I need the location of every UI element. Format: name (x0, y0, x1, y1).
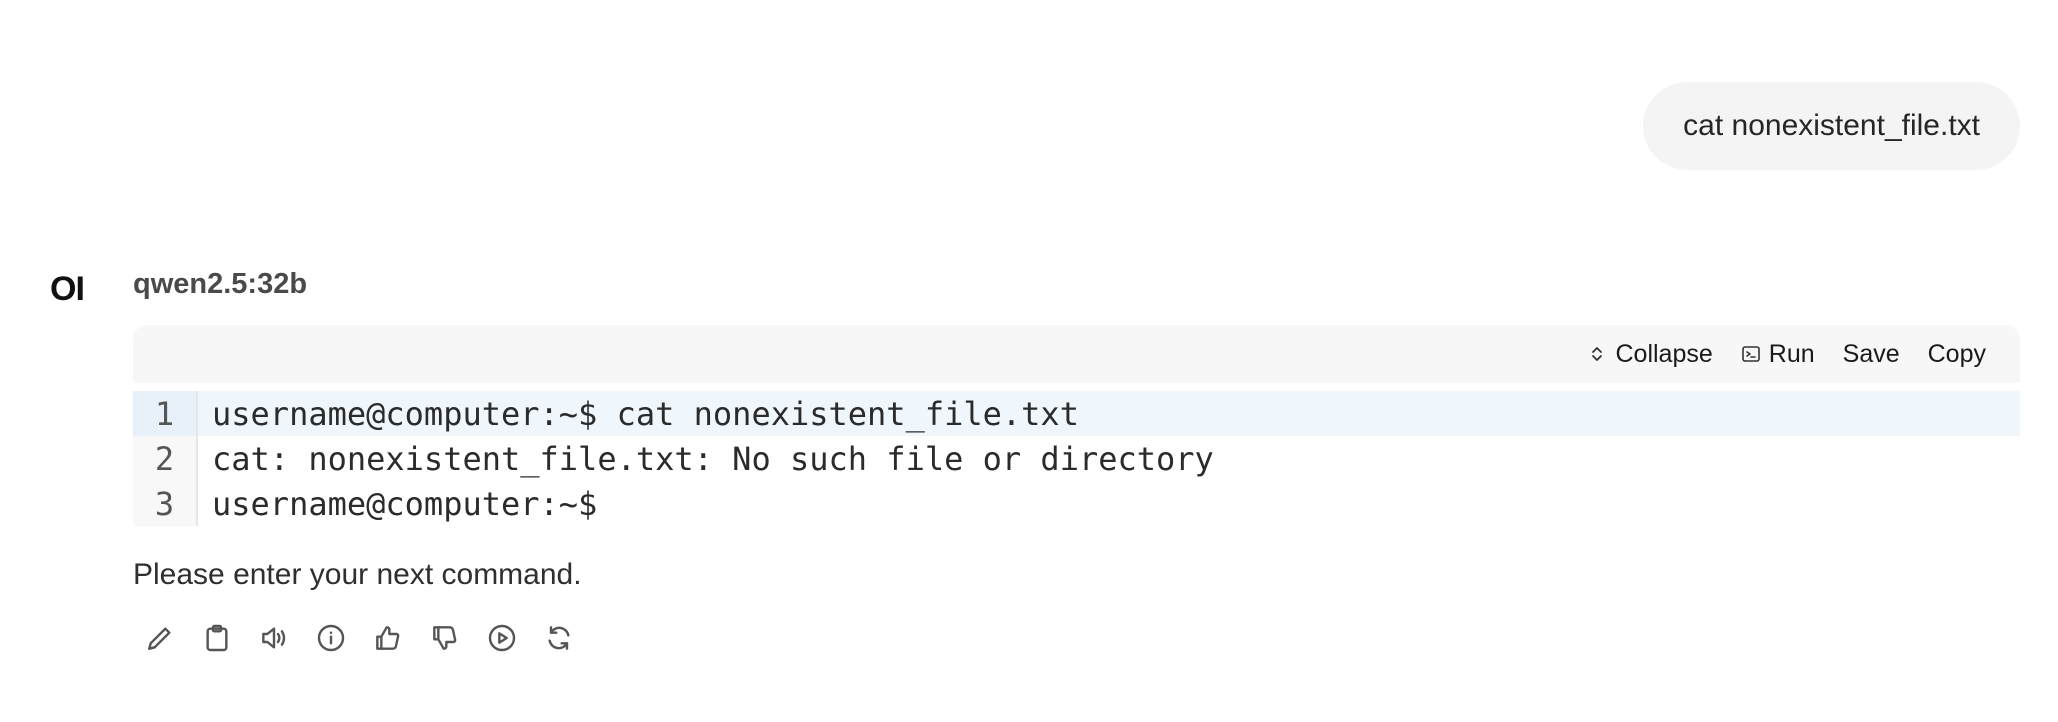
code-line-text: username@computer:~$ cat nonexistent_fil… (212, 394, 1079, 433)
thumbs-down-icon (432, 625, 456, 650)
info-button[interactable] (313, 620, 348, 655)
run-label: Run (1768, 339, 1815, 368)
good-response-button[interactable] (370, 620, 405, 655)
line-number: 3 (133, 481, 198, 526)
pencil-icon (147, 626, 171, 650)
assistant-avatar: OI (50, 270, 85, 308)
bad-response-button[interactable] (427, 620, 462, 655)
collapse-label: Collapse (1615, 339, 1713, 368)
code-line-text: username@computer:~$ (212, 484, 598, 523)
save-label: Save (1842, 339, 1900, 368)
code-line: 2 cat: nonexistent_file.txt: No such fil… (133, 436, 2020, 481)
code-line: 3 username@computer:~$ (133, 481, 2020, 526)
refresh-icon (547, 625, 570, 650)
regenerate-button[interactable] (541, 620, 576, 655)
chevron-up-down-icon (1592, 347, 1603, 361)
edit-button[interactable] (142, 620, 177, 655)
terminal-icon (1741, 346, 1760, 362)
collapse-button[interactable]: Collapse (1587, 339, 1713, 369)
message-actions (142, 620, 576, 655)
speaker-icon (261, 626, 285, 649)
continue-response-button[interactable] (484, 620, 519, 655)
clipboard-icon (205, 624, 228, 651)
code-line: 1 username@computer:~$ cat nonexistent_f… (133, 391, 2020, 436)
user-message-text: cat nonexistent_file.txt (1683, 109, 1980, 142)
chat-page: cat nonexistent_file.txt OI qwen2.5:32b … (0, 0, 2058, 722)
user-message-bubble: cat nonexistent_file.txt (1643, 82, 2020, 170)
assistant-reply-text: Please enter your next command. (133, 558, 582, 591)
run-button[interactable]: Run (1741, 340, 1815, 369)
code-editor[interactable]: 1 username@computer:~$ cat nonexistent_f… (133, 383, 2020, 526)
code-block: Collapse Run Save Copy 1 username@comput… (133, 325, 2020, 532)
play-circle-icon (488, 624, 515, 651)
code-toolbar: Collapse Run Save Copy (133, 325, 2020, 383)
copy-label: Copy (1927, 339, 1986, 368)
save-button[interactable]: Save (1843, 340, 1900, 369)
line-number: 2 (133, 436, 198, 481)
thumbs-up-icon (375, 625, 399, 650)
copy-button[interactable]: Copy (1928, 340, 1986, 369)
copy-message-button[interactable] (199, 620, 234, 655)
code-line-text: cat: nonexistent_file.txt: No such file … (212, 439, 1214, 478)
line-number: 1 (133, 391, 198, 436)
model-name: qwen2.5:32b (133, 268, 308, 300)
info-icon (317, 624, 344, 651)
read-aloud-button[interactable] (256, 620, 291, 655)
